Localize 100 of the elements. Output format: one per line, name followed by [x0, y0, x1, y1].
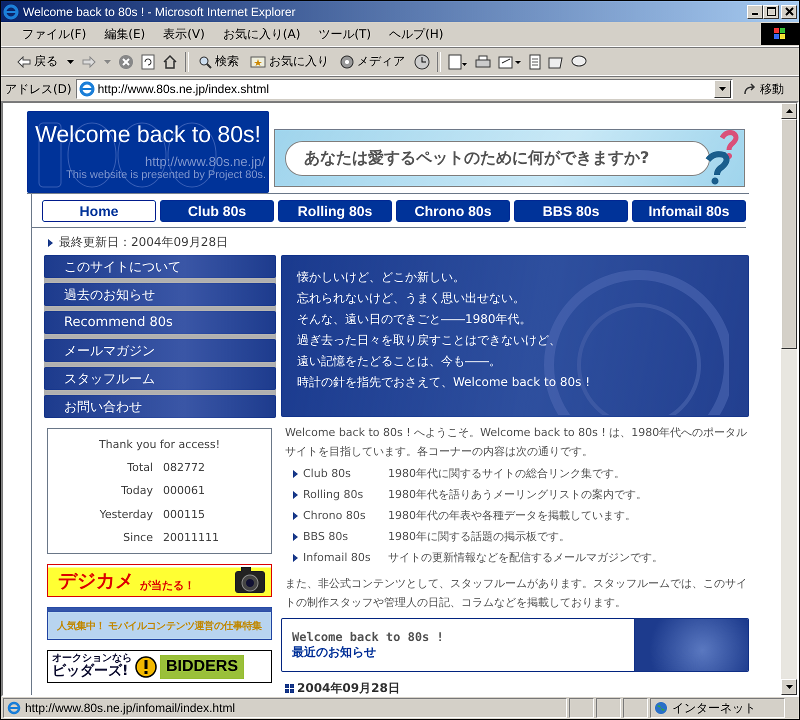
ad-text: 人気集中！ モバイルコンテンツ運営の仕事特集: [57, 620, 262, 632]
staff-room-paragraph: また、非公式コンテンツとして、スタッフルームがあります。スタッフルームでは、このサイトの制作スタッフや管理人の日記、コラムなどを掲載しております。: [285, 576, 748, 611]
window-title: Welcome back to 80s ! - Microsoft Internet Explorer: [23, 4, 297, 18]
status-zone: インターネット: [650, 698, 785, 718]
maximize-button[interactable]: [763, 4, 779, 18]
logo-credit: This website is presented by Project 80s.: [66, 169, 266, 181]
ad-brand-text: BIDDERS: [160, 654, 244, 678]
counter-value: 000115: [163, 508, 205, 521]
intro-line: 懐かしいけど、どこか新しい。: [297, 269, 466, 286]
corner-link[interactable]: BBS 80s: [303, 530, 388, 543]
site-logo[interactable]: Welcome back to 80s! http://www.80s.ne.jp/ This website is presented by Project 80s.: [27, 111, 269, 193]
intro-line: 過ぎ去った日々を取り戻すことはできないけど、: [297, 332, 562, 349]
corner-description: 1980年代を語りあうメーリングリストの案内です。: [388, 487, 647, 502]
nav-tab[interactable]: Infomail 80s: [632, 200, 746, 222]
forward-arrow-icon[interactable]: [81, 56, 97, 68]
nav-tab[interactable]: Chrono 80s: [396, 200, 510, 222]
address-label: アドレス(D): [5, 80, 72, 98]
corner-link[interactable]: Rolling 80s: [303, 488, 388, 501]
corner-description: 1980年代に関するサイトの総合リンク集です。: [388, 466, 625, 481]
maximize-icon: [766, 7, 776, 16]
counter-value: 000061: [163, 484, 205, 498]
history-icon[interactable]: [414, 54, 430, 70]
stop-icon[interactable]: [118, 54, 134, 70]
intro-line: 遠い記憶をたどることは、今も――。: [297, 353, 502, 370]
auction-ad-banner[interactable]: オークションなら ビッダーズ! BIDDERS: [47, 650, 272, 683]
edit-icon[interactable]: [498, 54, 522, 68]
banner-text: あなたは愛するペットのために何ができますか?: [285, 140, 710, 176]
folder-icon[interactable]: [548, 54, 564, 68]
camera-icon: [233, 565, 267, 595]
counter-label: Since: [122, 530, 153, 544]
camera-ad-banner[interactable]: デジカメ が当たる！: [47, 564, 272, 597]
address-dropdown-button[interactable]: [714, 80, 731, 98]
counter-heading: Thank you for access!: [98, 438, 220, 452]
menu-item[interactable]: 編集(E): [95, 26, 154, 42]
curved-arrow-icon: [743, 83, 757, 95]
dropdown-arrow-icon[interactable]: [67, 60, 74, 64]
nav-tab[interactable]: Club 80s: [160, 200, 274, 222]
search-button[interactable]: 検索: [196, 53, 241, 70]
counter-label: Total: [126, 461, 153, 474]
minimize-icon: [752, 13, 758, 15]
grid-bullet-icon: [285, 684, 294, 693]
logo-title: Welcome back to 80s!: [35, 121, 261, 148]
news-box-title: Welcome back to 80s !: [292, 630, 445, 644]
ad-subtitle: が当たる！: [140, 578, 195, 593]
chat-bubble-icon[interactable]: [571, 54, 587, 68]
welcome-paragraph: Welcome back to 80s ! へようこそ。Welcome back to 80s ! は、1980年代へのポータルサイトを目指しています。各コーナーの内容は次の通りです。: [285, 425, 748, 460]
media-button[interactable]: メディア: [338, 53, 407, 70]
corner-link[interactable]: Infomail 80s: [303, 551, 388, 564]
vertical-scrollbar[interactable]: [781, 103, 797, 695]
ad-banner[interactable]: あなたは愛するペットのために何ができますか?: [274, 129, 745, 187]
menu-item[interactable]: ヘルプ(H): [380, 26, 452, 42]
side-menu-item[interactable]: スタッフルーム: [44, 367, 276, 390]
menu-item[interactable]: ファイル(F): [13, 26, 96, 42]
counter-label: Yesterday: [98, 508, 153, 521]
page-icon: [78, 81, 95, 97]
side-menu-item[interactable]: このサイトについて: [44, 255, 276, 278]
side-menu-item[interactable]: Recommend 80s: [44, 311, 276, 334]
nav-tab[interactable]: Home: [42, 200, 156, 222]
ad-text: ビッダーズ!: [52, 664, 130, 680]
last-updated-date: 最終更新日：2004年09月28日: [59, 234, 228, 251]
triangle-bullet-icon: [293, 532, 298, 540]
browser-logo-icon: [3, 4, 19, 20]
triangle-bullet-icon: [293, 554, 298, 562]
intro-line: 忘れられないけど、うまく思い出せない。: [297, 290, 526, 307]
corner-description: 1980年代の年表や各種データを掲載しています。: [388, 508, 636, 523]
corner-description: サイトの更新情報などを配信するメールマガジンです。: [388, 550, 663, 565]
ad-title: デジカメ: [58, 568, 134, 594]
refresh-icon[interactable]: [141, 54, 155, 70]
side-menu-item[interactable]: メールマガジン: [44, 339, 276, 362]
print-icon[interactable]: [475, 54, 491, 68]
corner-link[interactable]: Chrono 80s: [303, 509, 388, 522]
close-button[interactable]: [781, 4, 797, 18]
menu-item[interactable]: お気に入り(A): [214, 26, 310, 42]
page-icon: [7, 701, 21, 715]
favorites-button[interactable]: お気に入り: [248, 53, 331, 70]
menu-item[interactable]: ツール(T): [309, 26, 380, 42]
side-menu-item[interactable]: 過去のお知らせ: [44, 283, 276, 306]
triangle-bullet-icon: [293, 490, 298, 498]
side-menu-item[interactable]: お問い合わせ: [44, 395, 276, 418]
logo-url: http://www.80s.ne.jp/: [145, 154, 265, 169]
address-field[interactable]: http://www.80s.ne.jp/index.shtml: [76, 79, 733, 99]
corner-link[interactable]: Club 80s: [303, 467, 388, 480]
menu-item[interactable]: 表示(V): [154, 26, 214, 42]
document-icon[interactable]: [529, 54, 541, 70]
news-link[interactable]: 最近のお知らせ: [292, 644, 634, 660]
dropdown-arrow-icon: [719, 87, 726, 91]
intro-line: 時計の針を指先でおさえて、Welcome back to 80s !: [297, 374, 592, 391]
minimize-button[interactable]: [747, 4, 763, 18]
go-button[interactable]: 移動: [737, 80, 795, 98]
back-button[interactable]: 戻る: [15, 53, 60, 70]
home-icon[interactable]: [162, 54, 178, 70]
scroll-up-icon: [786, 109, 792, 113]
corner-description: 1980年に関する話題の掲示板です。: [388, 529, 570, 544]
nav-tab[interactable]: Rolling 80s: [278, 200, 392, 222]
mail-icon[interactable]: [448, 54, 468, 70]
nav-tab[interactable]: BBS 80s: [514, 200, 628, 222]
counter-value: 082772: [163, 461, 205, 474]
star-folder-icon: [250, 55, 266, 68]
triangle-bullet-icon: [48, 238, 53, 246]
globe-icon: [654, 701, 668, 715]
